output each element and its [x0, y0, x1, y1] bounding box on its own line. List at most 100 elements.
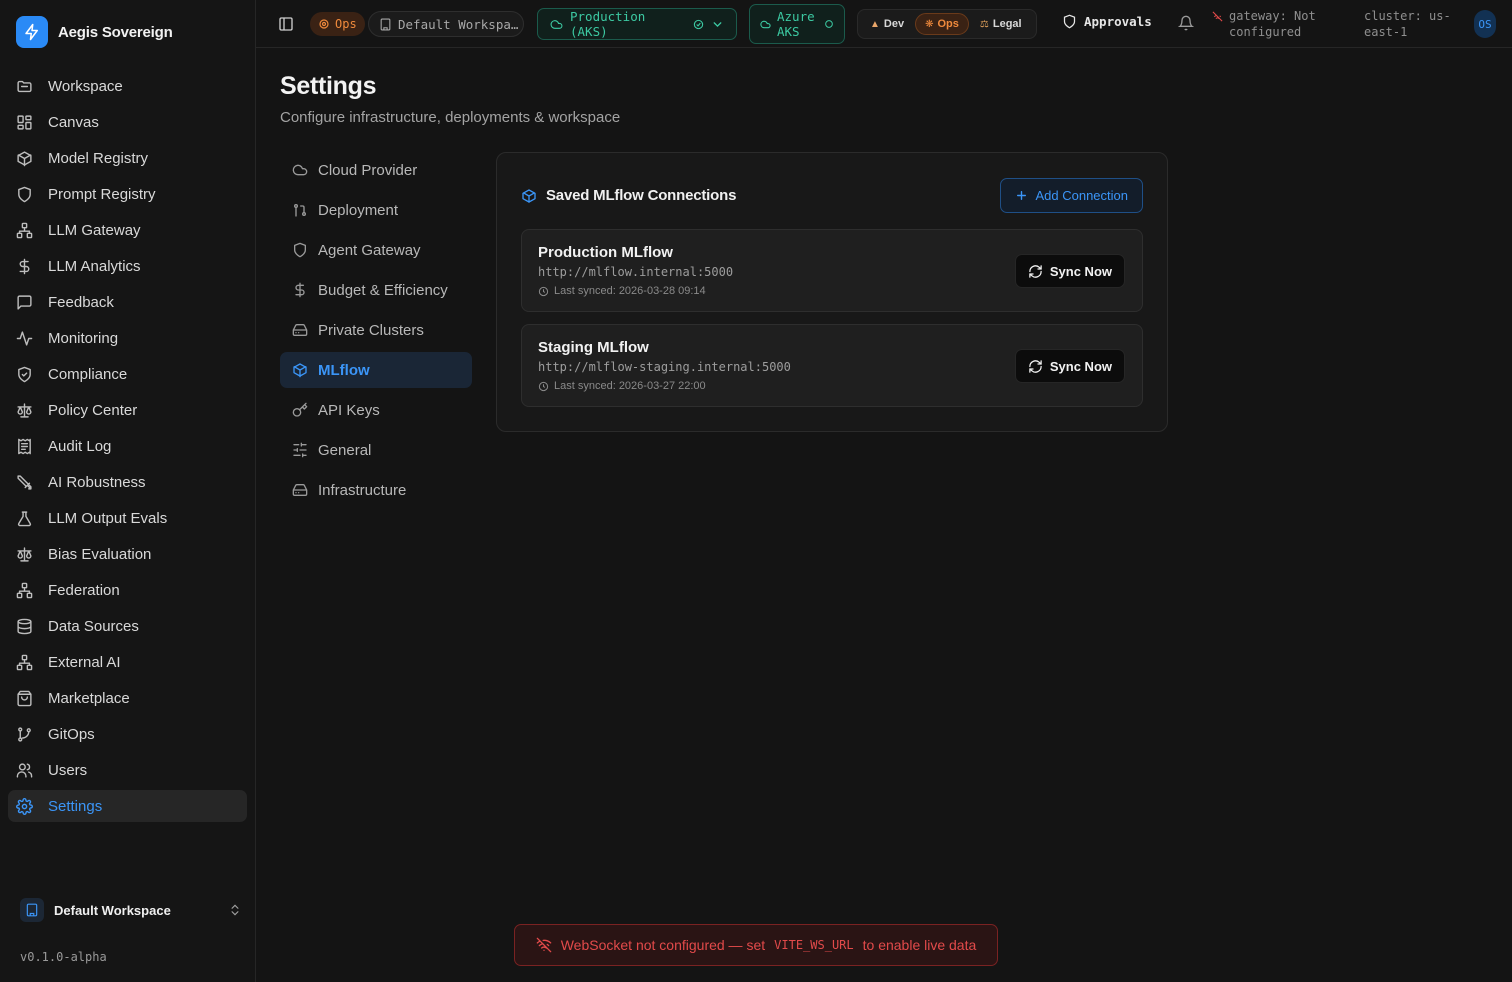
sidebar-item-label: Canvas: [48, 113, 99, 131]
settings-tab-general[interactable]: General: [280, 432, 472, 468]
settings-tab-budget-and-efficiency[interactable]: Budget & Efficiency: [280, 272, 472, 308]
scale-icon: ⚖: [979, 18, 989, 30]
cloud-provider-label: Azure AKS: [777, 9, 815, 39]
sidebar-item-label: Audit Log: [48, 437, 112, 455]
hard-drive-icon: [292, 482, 308, 498]
add-connection-button[interactable]: Add Connection: [1000, 178, 1143, 213]
page-subtitle: Configure infrastructure, deployments & …: [280, 109, 621, 126]
cluster-line2: east-1: [1364, 25, 1408, 39]
scale-icon: [16, 546, 33, 563]
sidebar-item-llm-output-evals[interactable]: LLM Output Evals: [8, 502, 247, 534]
flask-icon: [16, 510, 33, 527]
workspace-pill-label: Default Workspa…: [398, 16, 519, 32]
refresh-icon: [1028, 264, 1043, 279]
workspace-switcher[interactable]: Default Workspace: [20, 897, 242, 923]
settings-tab-deployment[interactable]: Deployment: [280, 192, 472, 228]
sidebar-item-label: External AI: [48, 653, 121, 671]
persona-legal[interactable]: ⚖ Legal: [971, 13, 1031, 35]
database-icon: [16, 618, 33, 635]
avatar[interactable]: OS: [1474, 10, 1496, 38]
settings-tab-infrastructure[interactable]: Infrastructure: [280, 472, 472, 508]
sync-now-label: Sync Now: [1049, 358, 1112, 374]
sidebar-item-audit-log[interactable]: Audit Log: [8, 430, 247, 462]
settings-tab-agent-gateway[interactable]: Agent Gateway: [280, 232, 472, 268]
sidebar-item-bias-evaluation[interactable]: Bias Evaluation: [8, 538, 247, 570]
sidebar-item-users[interactable]: Users: [8, 754, 247, 786]
receipt-icon: [16, 438, 33, 455]
sidebar-item-label: LLM Gateway: [48, 221, 141, 239]
sidebar-item-gitops[interactable]: GitOps: [8, 718, 247, 750]
sidebar-item-settings[interactable]: Settings: [8, 790, 247, 822]
app-version: v0.1.0-alpha: [20, 950, 107, 964]
cube-icon: [521, 188, 537, 204]
sidebar-item-model-registry[interactable]: Model Registry: [8, 142, 247, 174]
persona-ops[interactable]: ❋ Ops: [915, 13, 969, 35]
sidebar-item-external-ai[interactable]: External AI: [8, 646, 247, 678]
settings-tab-label: API Keys: [318, 401, 380, 419]
notifications-button[interactable]: [1178, 15, 1194, 31]
gateway-line1: gateway: Not: [1229, 9, 1316, 23]
approvals-button[interactable]: Approvals: [1062, 14, 1152, 29]
connection-url: http://mlflow-staging.internal:5000: [538, 360, 791, 374]
connection-name: Production MLflow: [538, 244, 673, 261]
clock-icon: [538, 286, 549, 297]
sidebar-item-policy-center[interactable]: Policy Center: [8, 394, 247, 426]
persona-dev[interactable]: ▲ Dev: [861, 13, 913, 35]
last-synced-text: Last synced: 2026-03-28 09:14: [554, 285, 706, 297]
sidebar-item-canvas[interactable]: Canvas: [8, 106, 247, 138]
settings-tab-cloud-provider[interactable]: Cloud Provider: [280, 152, 472, 188]
sidebar-item-label: Monitoring: [48, 329, 119, 347]
page-title: Settings: [280, 72, 377, 100]
shield-check-icon: [16, 366, 33, 383]
swords-icon: [16, 474, 33, 491]
cloud-provider-line2: AKS: [777, 24, 800, 39]
sidebar-item-prompt-registry[interactable]: Prompt Registry: [8, 178, 247, 210]
workspace-pill[interactable]: Default Workspa…: [368, 11, 524, 37]
banner-text-after: to enable live data: [862, 937, 977, 953]
environment-selector[interactable]: Production (AKS): [537, 8, 737, 40]
sidebar-item-marketplace[interactable]: Marketplace: [8, 682, 247, 714]
key-icon: [292, 402, 308, 418]
sidebar-item-label: Prompt Registry: [48, 185, 156, 203]
clock-icon: [538, 381, 549, 392]
sidebar-item-ai-robustness[interactable]: AI Robustness: [8, 466, 247, 498]
sidebar-item-label: Bias Evaluation: [48, 545, 152, 563]
sync-now-button[interactable]: Sync Now: [1014, 254, 1125, 288]
sidebar-item-label: LLM Output Evals: [48, 509, 168, 527]
brand-name: Aegis Sovereign: [58, 23, 173, 41]
sidebar-item-llm-gateway[interactable]: LLM Gateway: [8, 214, 247, 246]
persona-badge: Ops: [310, 12, 365, 36]
topbar: Ops Default Workspa… Production (AKS) Az…: [256, 0, 1512, 48]
toggle-sidebar-button[interactable]: [278, 16, 294, 32]
sync-now-label: Sync Now: [1049, 263, 1112, 279]
sidebar-item-federation[interactable]: Federation: [8, 574, 247, 606]
dollar-icon: [292, 282, 308, 298]
sync-now-button[interactable]: Sync Now: [1014, 349, 1125, 383]
websocket-warning-banner: WebSocket not configured — set VITE_WS_U…: [514, 924, 998, 966]
cube-icon: [292, 362, 308, 378]
cloud-provider-line1: Azure: [777, 9, 815, 24]
connection-last-synced: Last synced: 2026-03-28 09:14: [538, 285, 706, 297]
refresh-icon: [1028, 359, 1043, 374]
grid-icon: [16, 114, 33, 131]
scale-icon: [16, 402, 33, 419]
persona-legal-label: Legal: [992, 18, 1022, 30]
sidebar-item-feedback[interactable]: Feedback: [8, 286, 247, 318]
git-branch-icon: [16, 726, 33, 743]
gateway-status-text: gateway: Not configured: [1229, 8, 1316, 40]
cloud-icon: [550, 18, 563, 31]
settings-tab-mlflow[interactable]: MLflow: [280, 352, 472, 388]
settings-tab-api-keys[interactable]: API Keys: [280, 392, 472, 428]
network-icon: [16, 222, 33, 239]
sidebar-item-label: Settings: [48, 797, 103, 815]
sidebar-item-monitoring[interactable]: Monitoring: [8, 322, 247, 354]
gear-icon: [16, 797, 33, 815]
sidebar-item-workspace[interactable]: Workspace: [8, 70, 247, 102]
sidebar-item-data-sources[interactable]: Data Sources: [8, 610, 247, 642]
building-icon: [379, 18, 392, 31]
brand[interactable]: Aegis Sovereign: [16, 16, 173, 48]
cloud-provider-badge[interactable]: Azure AKS: [749, 4, 845, 44]
sidebar-item-compliance[interactable]: Compliance: [8, 358, 247, 390]
settings-tab-private-clusters[interactable]: Private Clusters: [280, 312, 472, 348]
sidebar-item-llm-analytics[interactable]: LLM Analytics: [8, 250, 247, 282]
